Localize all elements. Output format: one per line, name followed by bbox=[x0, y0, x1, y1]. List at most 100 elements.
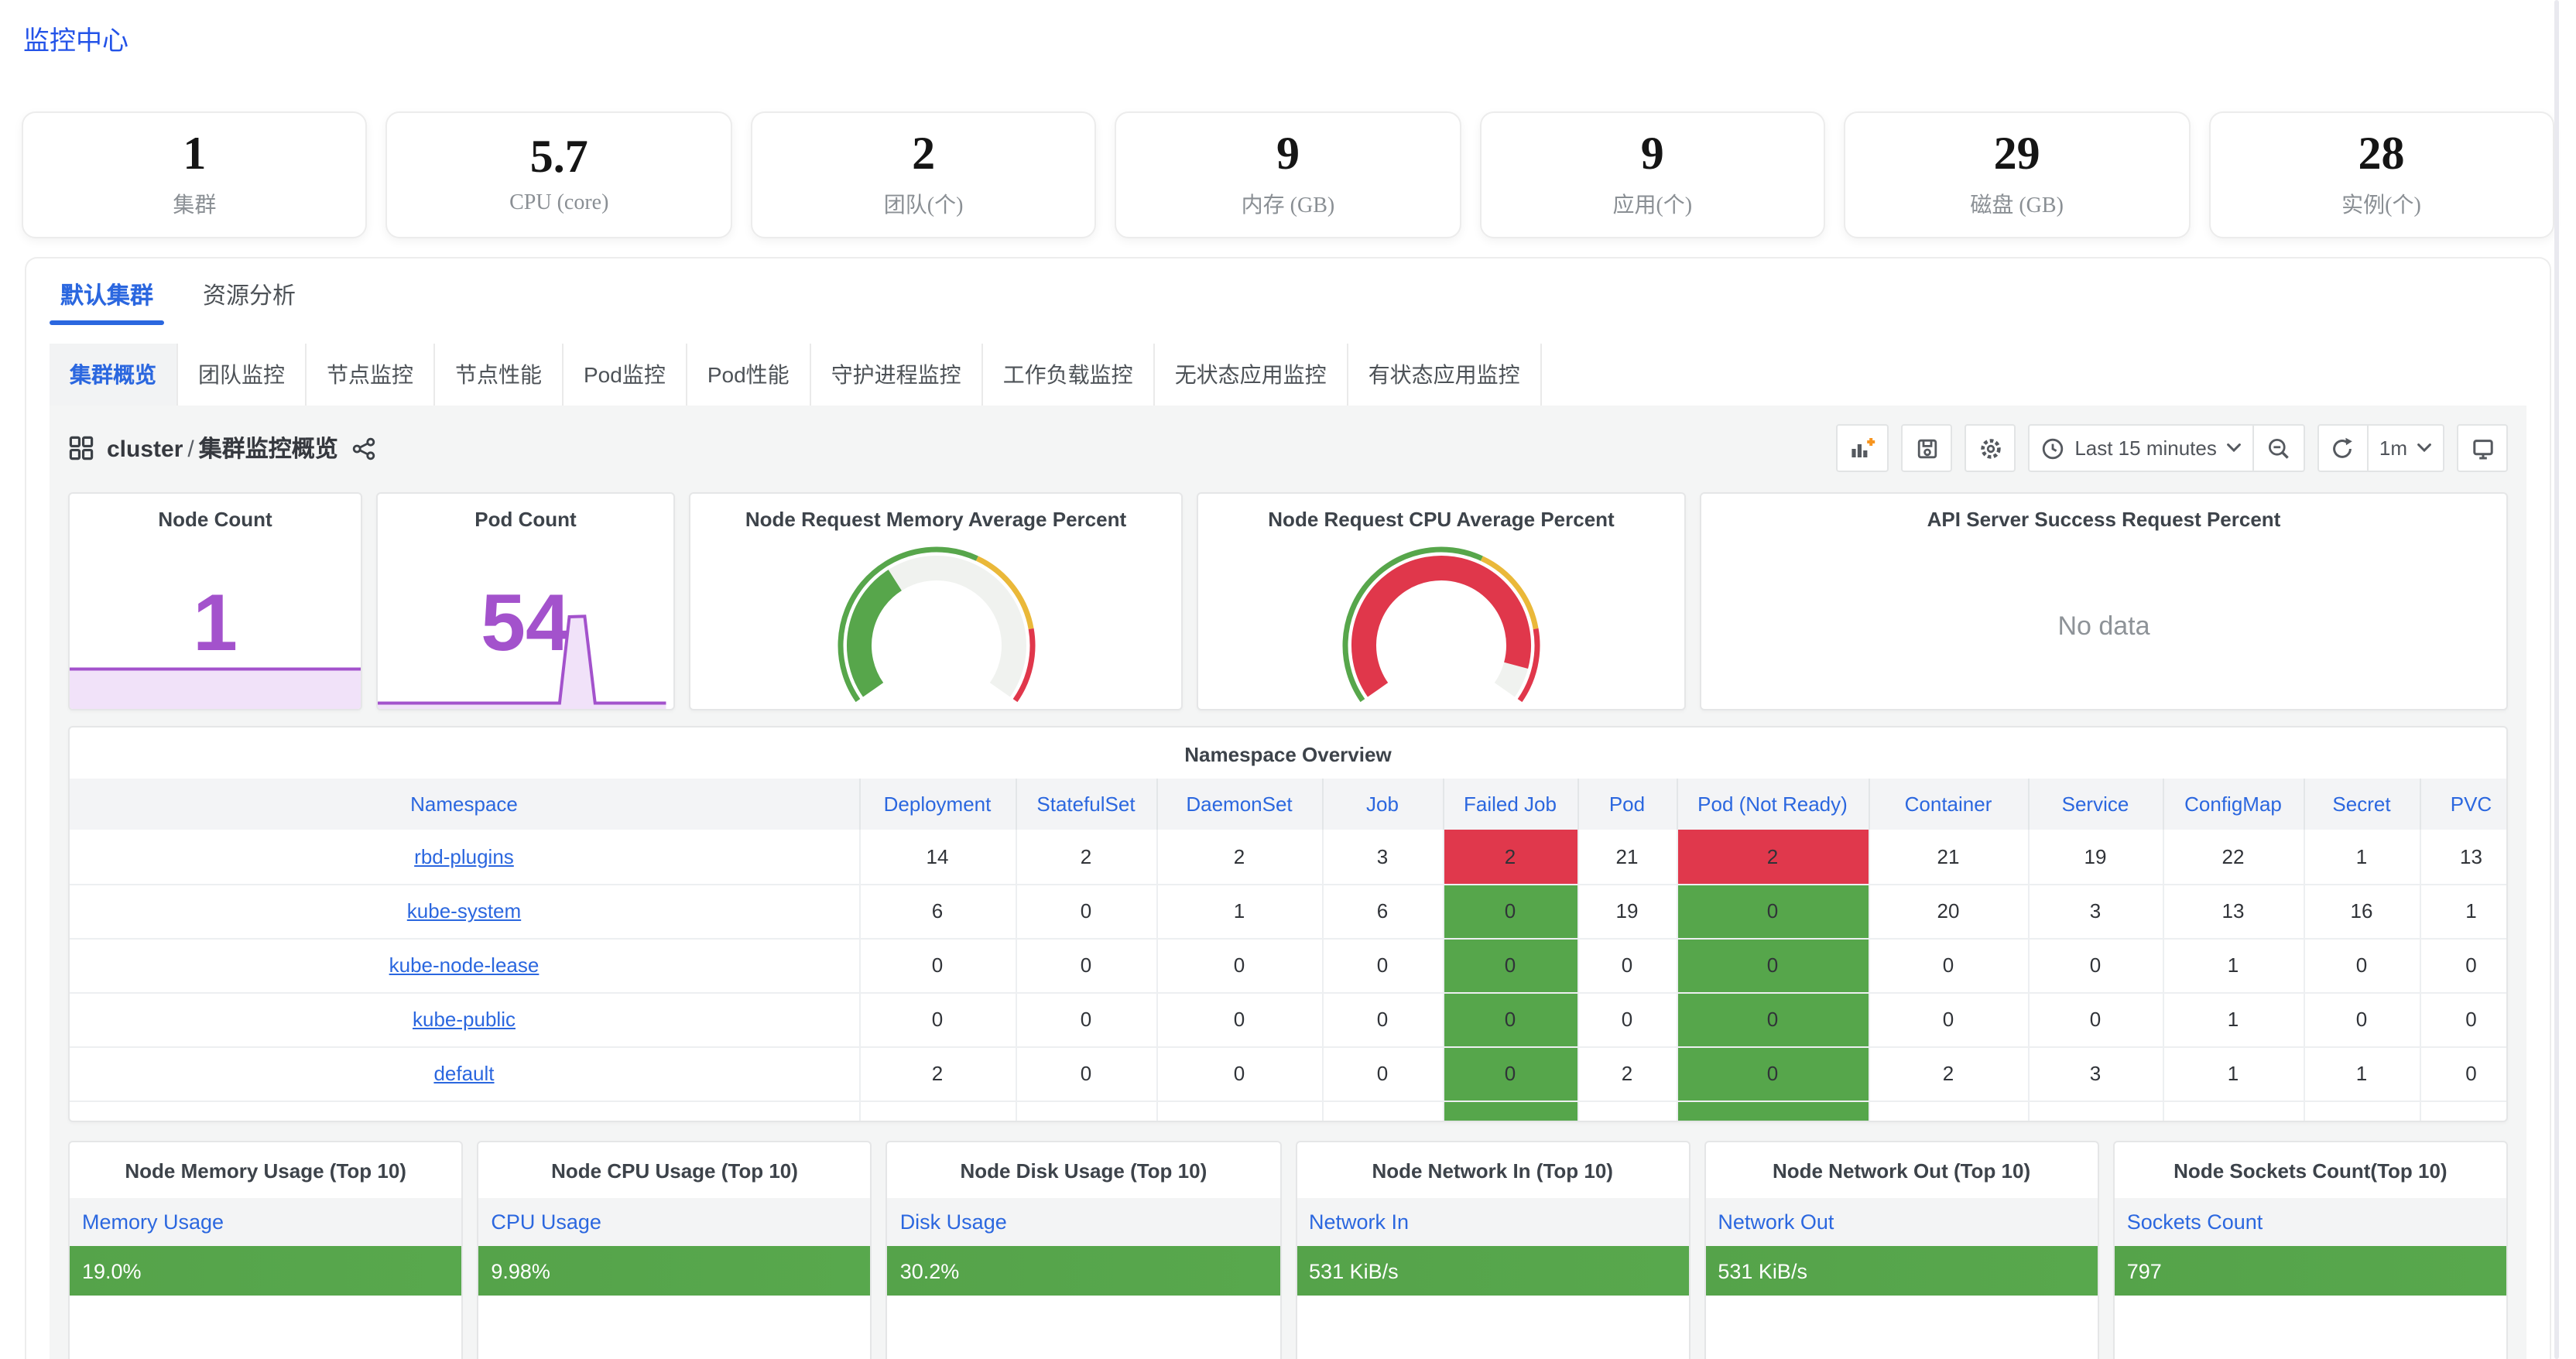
refresh-button[interactable] bbox=[2317, 424, 2369, 472]
panel-title[interactable]: Node Sockets Count(Top 10) bbox=[2115, 1142, 2506, 1198]
dashboard-settings-button[interactable] bbox=[1965, 424, 2016, 472]
namespace-cell: kube-public bbox=[70, 992, 859, 1046]
panel-title[interactable]: Node Request Memory Average Percent bbox=[690, 494, 1181, 531]
table-cell: 1 bbox=[2163, 992, 2304, 1046]
stat-value: 5.7 bbox=[530, 133, 588, 182]
panel-title[interactable]: Namespace Overview bbox=[70, 727, 2506, 766]
metric-column-header[interactable]: Memory Usage bbox=[70, 1198, 461, 1246]
column-header[interactable]: StatefulSet bbox=[1016, 779, 1156, 830]
dashboard-grid-icon bbox=[68, 435, 94, 461]
table-cell: 0 bbox=[1869, 992, 2028, 1046]
add-panel-button[interactable] bbox=[1836, 424, 1889, 472]
metric-column-header[interactable]: Sockets Count bbox=[2115, 1198, 2506, 1246]
column-header[interactable]: DaemonSet bbox=[1156, 779, 1322, 830]
column-header[interactable]: Deployment bbox=[859, 779, 1016, 830]
table-cell: 0 bbox=[1677, 1046, 1869, 1101]
breadcrumb[interactable]: 监控中心 bbox=[23, 19, 128, 57]
metric-column-header[interactable]: Network In bbox=[1297, 1198, 1688, 1246]
save-dashboard-button[interactable] bbox=[1901, 424, 1952, 472]
column-header[interactable]: Pod bbox=[1577, 779, 1677, 830]
stat-card: 5.7CPU (core) bbox=[386, 111, 732, 238]
namespace-link[interactable]: rbd-plugins bbox=[414, 845, 514, 868]
top10-panel: Node Sockets Count(Top 10)Sockets Count7… bbox=[2113, 1141, 2508, 1359]
metric-column-header[interactable]: Disk Usage bbox=[888, 1198, 1279, 1246]
column-header[interactable]: Failed Job bbox=[1443, 779, 1577, 830]
panel-title[interactable]: Node Memory Usage (Top 10) bbox=[70, 1142, 461, 1198]
namespace-link[interactable]: kube-system bbox=[407, 899, 521, 923]
panel-title[interactable]: Pod Count bbox=[378, 494, 673, 531]
stat-value: 9 bbox=[1641, 130, 1664, 179]
refresh-interval-picker[interactable]: 1m bbox=[2369, 424, 2444, 472]
column-header[interactable]: Service bbox=[2028, 779, 2163, 830]
tab-resource-analysis[interactable]: 资源分析 bbox=[192, 258, 307, 330]
dashboard-title[interactable]: cluster/集群监控概览 bbox=[107, 432, 338, 464]
column-header[interactable]: Job bbox=[1322, 779, 1443, 830]
vertical-scrollbar[interactable] bbox=[2554, 0, 2559, 1359]
stat-value: 28 bbox=[2358, 130, 2404, 179]
table-row: default200002023110 bbox=[70, 1046, 2508, 1101]
namespace-cell: rbd-plugins bbox=[70, 830, 859, 884]
column-header[interactable]: ConfigMap bbox=[2163, 779, 2304, 830]
stat-label: 集群 bbox=[173, 190, 216, 221]
table-cell: 0 bbox=[1016, 884, 1156, 938]
panel-title[interactable]: API Server Success Request Percent bbox=[1701, 494, 2506, 531]
table-cell: 0 bbox=[1577, 938, 1677, 992]
table-cell: 1 bbox=[1156, 884, 1322, 938]
zoom-out-button[interactable] bbox=[2254, 424, 2305, 472]
namespace-link[interactable]: kube-public bbox=[413, 1008, 516, 1031]
memory-gauge bbox=[812, 531, 1060, 707]
column-header[interactable]: PVC bbox=[2420, 779, 2508, 830]
time-range-picker[interactable]: Last 15 minutes bbox=[2028, 424, 2254, 472]
cpu-gauge bbox=[1317, 531, 1565, 707]
subtab-2[interactable]: 节点监控 bbox=[307, 344, 435, 406]
stat-value: 2 bbox=[912, 130, 935, 179]
refresh-interval-label: 1m bbox=[2379, 436, 2407, 460]
metric-column-header[interactable]: CPU Usage bbox=[478, 1198, 870, 1246]
subtab-3[interactable]: 节点性能 bbox=[435, 344, 564, 406]
panel-title[interactable]: Node Disk Usage (Top 10) bbox=[888, 1142, 1279, 1198]
column-header[interactable]: Pod (Not Ready) bbox=[1677, 779, 1869, 830]
namespace-link[interactable]: kube-node-lease bbox=[389, 953, 540, 977]
subtab-4[interactable]: Pod监控 bbox=[564, 344, 687, 406]
column-header[interactable]: Container bbox=[1869, 779, 2028, 830]
column-header[interactable]: Secret bbox=[2304, 779, 2420, 830]
table-cell: 2 bbox=[1869, 1046, 2028, 1101]
table-cell: 16 bbox=[2304, 884, 2420, 938]
table-cell: 0 bbox=[1443, 1046, 1577, 1101]
tab-default-cluster[interactable]: 默认集群 bbox=[50, 258, 164, 330]
subtab-9[interactable]: 有状态应用监控 bbox=[1348, 344, 1542, 406]
metric-value-bar: 531 KiB/s bbox=[1297, 1246, 1688, 1296]
subtab-1[interactable]: 团队监控 bbox=[178, 344, 307, 406]
column-header[interactable]: Namespace bbox=[70, 779, 859, 830]
kiosk-mode-button[interactable] bbox=[2457, 424, 2508, 472]
table-row: kube-system6016019020313161 bbox=[70, 884, 2508, 938]
subtab-5[interactable]: Pod性能 bbox=[687, 344, 811, 406]
table-cell: 0 bbox=[1016, 992, 1156, 1046]
subtab-8[interactable]: 无状态应用监控 bbox=[1155, 344, 1348, 406]
panel-title[interactable]: Node Network In (Top 10) bbox=[1297, 1142, 1688, 1198]
table-cell: 0 bbox=[859, 938, 1016, 992]
top10-panel: Node Network Out (Top 10)Network Out531 … bbox=[1704, 1141, 2098, 1359]
panel-title[interactable]: Node Count bbox=[70, 494, 361, 531]
table-cell: 0 bbox=[2028, 992, 2163, 1046]
table-cell: 1 bbox=[2304, 1046, 2420, 1101]
table-cell: 0 bbox=[1156, 992, 1322, 1046]
subtab-0[interactable]: 集群概览 bbox=[50, 344, 178, 406]
panel-title[interactable]: Node Network Out (Top 10) bbox=[1705, 1142, 2097, 1198]
stat-label: 实例(个) bbox=[2341, 190, 2421, 221]
table-cell: 0 bbox=[1322, 992, 1443, 1046]
share-icon[interactable] bbox=[352, 436, 377, 460]
no-data-message: No data bbox=[1701, 611, 2506, 642]
metric-column-header[interactable]: Network Out bbox=[1705, 1198, 2097, 1246]
namespace-link[interactable]: default bbox=[433, 1062, 494, 1085]
table-cell: 19 bbox=[2028, 830, 2163, 884]
pod-count-panel: Pod Count 54 bbox=[376, 492, 675, 710]
panel-title[interactable]: Node CPU Usage (Top 10) bbox=[478, 1142, 870, 1198]
panel-title[interactable]: Node Request CPU Average Percent bbox=[1198, 494, 1684, 531]
cpu-gauge-panel: Node Request CPU Average Percent bbox=[1197, 492, 1686, 710]
table-row: kube-public000000000100 bbox=[70, 992, 2508, 1046]
stat-value: 1 bbox=[183, 130, 206, 179]
subtab-7[interactable]: 工作负载监控 bbox=[983, 344, 1155, 406]
table-row-partial bbox=[70, 1101, 2508, 1122]
subtab-6[interactable]: 守护进程监控 bbox=[811, 344, 983, 406]
